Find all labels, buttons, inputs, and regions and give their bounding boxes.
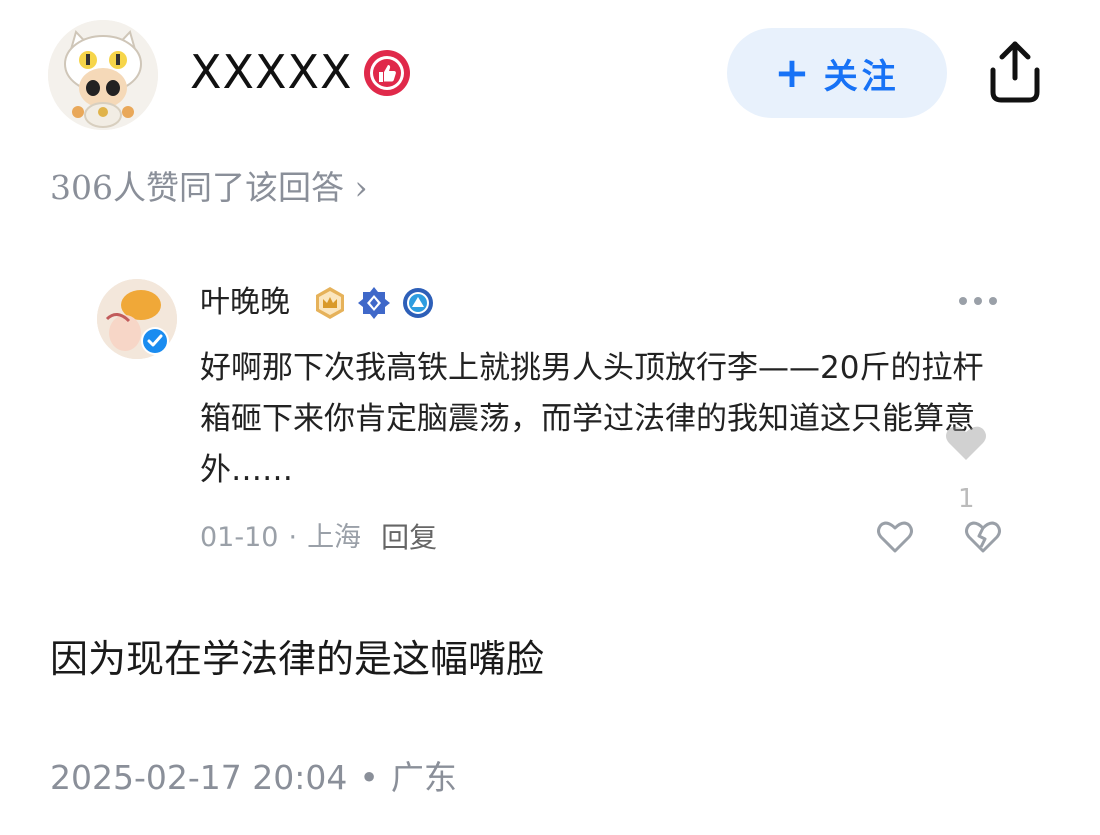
answer-text: 因为现在学法律的是这幅嘴脸 (50, 637, 545, 681)
commenter-name[interactable]: 叶晚晚 (200, 282, 290, 324)
answer-location: 广东 (390, 758, 457, 797)
triangle-badge-icon (403, 288, 433, 318)
broken-heart-icon[interactable] (964, 518, 1002, 556)
more-options-icon[interactable] (956, 286, 1000, 316)
author-avatar[interactable] (48, 20, 158, 130)
agree-count-link[interactable]: 306人赞同了该回答 › (50, 166, 368, 210)
commenter-badges (313, 286, 435, 320)
author-name[interactable]: XXXXX (190, 44, 353, 100)
floating-like-count: 1 (958, 484, 975, 514)
floating-heart-icon (943, 420, 989, 466)
thumbs-up-badge-icon (362, 48, 412, 98)
comment-location: 上海 (307, 522, 362, 553)
follow-button[interactable]: + 关注 (727, 28, 947, 118)
commenter-avatar[interactable] (97, 279, 177, 359)
diamond-badge-icon (358, 287, 390, 319)
answer-datetime: 2025-02-17 20:04 (50, 758, 348, 797)
plus-icon: + (774, 48, 814, 97)
cat-avatar-illustration (48, 20, 158, 130)
share-icon[interactable] (985, 38, 1045, 104)
comment-date: 01-10 (200, 522, 279, 553)
comment-text: 好啊那下次我高铁上就挑男人头顶放行李——20斤的拉杆箱砸下来你肯定脑震荡，而学过… (200, 350, 984, 488)
answer-meta: 2025-02-17 20:04 • 广东 (50, 756, 457, 800)
answer-meta-separator: • (359, 758, 379, 797)
comment-meta: 01-10 · 上海 回复 (200, 518, 437, 558)
meta-separator: · (288, 522, 298, 553)
crown-badge-icon (316, 287, 344, 319)
reply-button[interactable]: 回复 (381, 518, 437, 558)
follow-label: 关注 (823, 56, 900, 97)
like-heart-icon[interactable] (876, 518, 914, 556)
